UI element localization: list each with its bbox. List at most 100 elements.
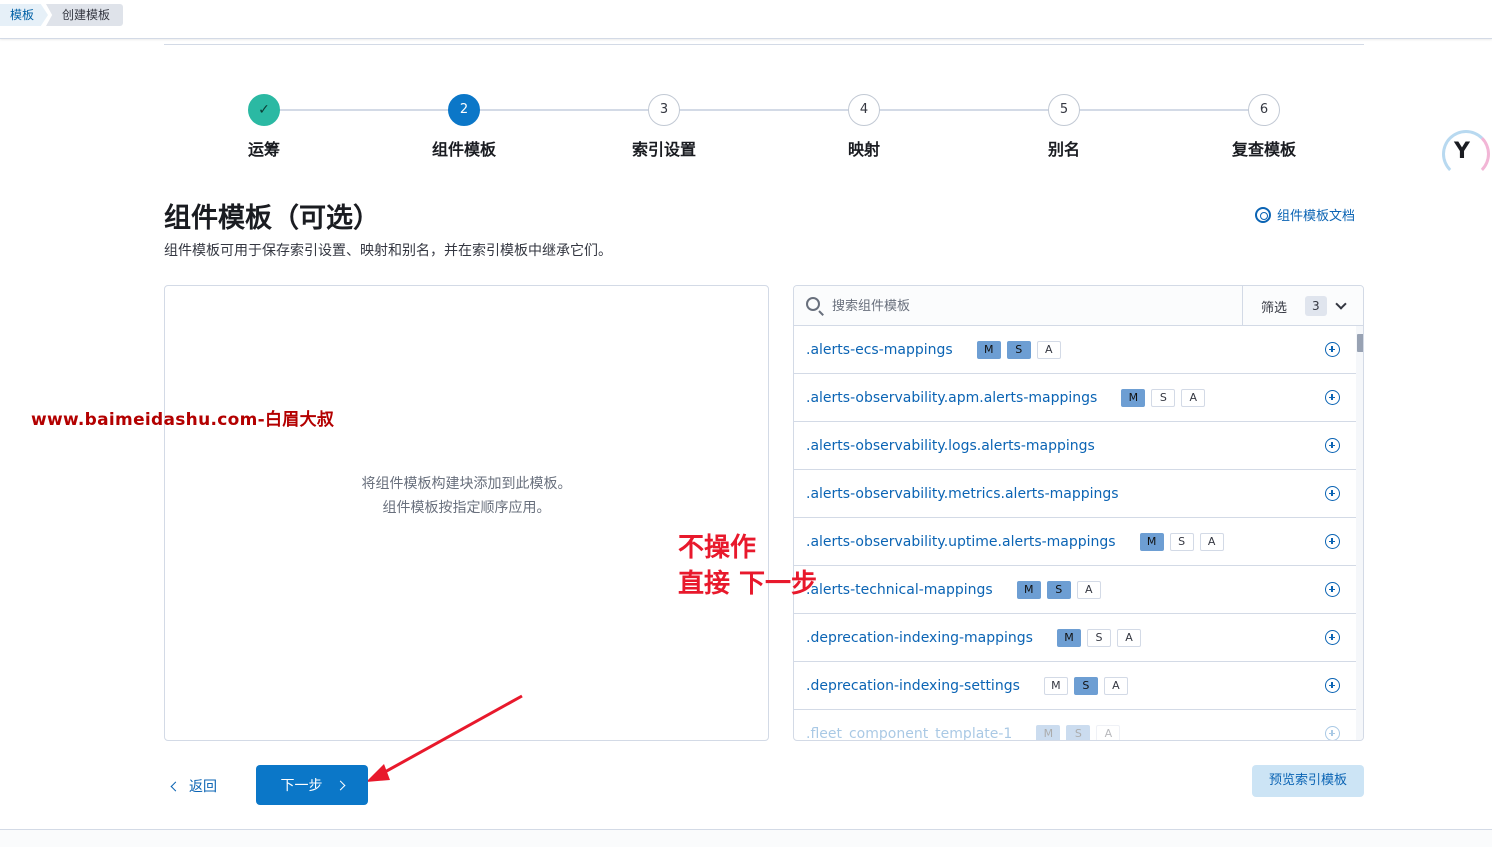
preview-template-button[interactable]: 预览索引模板 [1252, 765, 1364, 797]
breadcrumb-templates[interactable]: 模板 [0, 4, 48, 26]
component-badges: MSA [1036, 724, 1121, 740]
back-button[interactable]: 返回 [170, 776, 217, 796]
component-name-link[interactable]: .alerts-technical-mappings [806, 582, 993, 598]
step-label: 别名 [1047, 140, 1080, 159]
step-label: 索引设置 [631, 140, 696, 159]
add-circle-icon[interactable] [1325, 486, 1340, 501]
step-number: 6 [1248, 94, 1280, 126]
page-description: 组件模板可用于保存索引设置、映射和别名，并在索引模板中继承它们。 [164, 243, 612, 259]
step-number: 2 [448, 94, 480, 126]
component-name-link[interactable]: .alerts-observability.metrics.alerts-map… [806, 486, 1119, 502]
list-item[interactable]: .alerts-observability.metrics.alerts-map… [794, 470, 1356, 518]
badge-a: A [1076, 580, 1101, 599]
list-item[interactable]: .alerts-observability.uptime.alerts-mapp… [794, 518, 1356, 566]
search-icon [806, 297, 820, 311]
step-number: 4 [848, 94, 880, 126]
check-icon: ✓ [248, 94, 280, 126]
badge-m: M [1121, 388, 1146, 407]
step-3: 3 索引设置 [604, 94, 724, 160]
chevron-right-icon [335, 780, 345, 790]
badge-a: A [1181, 388, 1206, 407]
step-number: 3 [648, 94, 680, 126]
component-badges: MSA [1056, 628, 1141, 647]
list-item[interactable]: .fleet_component_template-1 M S A [794, 710, 1356, 741]
page-title: 组件模板（可选） [164, 203, 380, 234]
component-name-link[interactable]: .alerts-observability.logs.alerts-mappin… [806, 438, 1095, 454]
breadcrumb-create-template: 创建模板 [46, 4, 123, 26]
badge-a: A [1036, 340, 1061, 359]
step-2: 2 组件模板 [404, 94, 524, 160]
empty-line-2: 组件模板按指定顺序应用。 [382, 500, 551, 516]
chevron-down-icon [1334, 297, 1347, 310]
component-badges: MSA [1139, 532, 1224, 551]
component-name-link[interactable]: .alerts-observability.uptime.alerts-mapp… [806, 534, 1116, 550]
add-circle-icon[interactable] [1325, 678, 1340, 693]
list-item[interactable]: .alerts-observability.apm.alerts-mapping… [794, 374, 1356, 422]
component-name-link[interactable]: .alerts-observability.apm.alerts-mapping… [806, 390, 1097, 406]
component-badges: MSA [976, 340, 1061, 359]
search-bar: 筛选 3 [794, 286, 1363, 326]
back-button-label: 返回 [189, 779, 217, 795]
empty-line-1: 将组件模板构建块添加到此模板。 [361, 476, 572, 492]
badge-m: M [1056, 628, 1081, 647]
docs-link[interactable]: 组件模板文档 [1255, 205, 1355, 224]
badge-m: M [1043, 676, 1068, 695]
top-bar: 模板 创建模板 [0, 0, 1492, 39]
component-name-link[interactable]: .deprecation-indexing-settings [806, 678, 1020, 694]
add-circle-icon[interactable] [1325, 438, 1340, 453]
scrollbar[interactable] [1356, 326, 1363, 740]
component-name-link[interactable]: .fleet_component_template-1 [806, 726, 1012, 741]
step-1[interactable]: ✓ 运筹 [204, 94, 324, 160]
component-list-panel: 筛选 3 .alerts-ecs-mappingsMSA.alerts-obse… [793, 285, 1364, 741]
search-input[interactable] [832, 294, 1232, 318]
component-badges: MSA [1016, 580, 1101, 599]
add-circle-icon[interactable] [1325, 630, 1340, 645]
step-label: 组件模板 [431, 140, 496, 159]
badge-a: A [1103, 676, 1128, 695]
filter-button[interactable]: 筛选 3 [1242, 286, 1363, 326]
badge-s: S [1169, 532, 1194, 551]
badge-s: S [1073, 676, 1098, 695]
next-step-button[interactable]: 下一步 [256, 765, 368, 805]
annotation-arrow [366, 694, 523, 782]
add-circle-icon[interactable] [1325, 534, 1340, 549]
assistant-logo-icon[interactable]: Y [1442, 130, 1490, 178]
badge-s: S [1086, 628, 1111, 647]
add-circle-icon[interactable] [1325, 342, 1340, 357]
list-item[interactable]: .deprecation-indexing-mappings M S A [794, 614, 1356, 662]
badge-s: S [1006, 340, 1031, 359]
component-badges: MSA [1121, 388, 1206, 407]
step-4: 4 映射 [804, 94, 924, 160]
filter-count-badge: 3 [1305, 296, 1327, 316]
list-item[interactable]: .alerts-technical-mappings M S A [794, 566, 1356, 614]
add-circle-icon[interactable] [1325, 390, 1340, 405]
component-badges: MSA [1043, 676, 1128, 695]
filter-label: 筛选 [1261, 300, 1288, 316]
annotation-line-1: 不操作 [678, 533, 757, 563]
badge-a: A [1199, 532, 1224, 551]
step-number: 5 [1048, 94, 1080, 126]
badge-s: S [1066, 724, 1091, 740]
scrollbar-thumb[interactable] [1357, 334, 1363, 352]
component-name-link[interactable]: .alerts-ecs-mappings [806, 342, 953, 358]
list-item[interactable]: .deprecation-indexing-settings M S A [794, 662, 1356, 710]
annotation-line-2: 直接 下一步 [678, 569, 818, 599]
component-name-link[interactable]: .deprecation-indexing-mappings [806, 630, 1033, 646]
badge-s: S [1046, 580, 1071, 599]
docs-link-label: 组件模板文档 [1277, 209, 1356, 224]
step-label: 运筹 [247, 140, 280, 159]
badge-m: M [976, 340, 1001, 359]
badge-a: A [1096, 724, 1121, 740]
add-circle-icon[interactable] [1325, 726, 1340, 740]
next-button-label: 下一步 [280, 778, 323, 794]
step-5: 5 别名 [1004, 94, 1124, 160]
bottom-bar [0, 829, 1492, 847]
list-item[interactable]: .alerts-observability.logs.alerts-mappin… [794, 422, 1356, 470]
watermark-text: www.baimeidashu.com-白眉大叔 [31, 410, 335, 430]
empty-state-message: 将组件模板构建块添加到此模板。 组件模板按指定顺序应用。 [165, 472, 768, 520]
step-label: 复查模板 [1231, 140, 1296, 159]
list-item[interactable]: .alerts-ecs-mappings M S A [794, 326, 1356, 374]
divider [164, 44, 1364, 45]
add-circle-icon[interactable] [1325, 582, 1340, 597]
chevron-left-icon [170, 781, 181, 791]
